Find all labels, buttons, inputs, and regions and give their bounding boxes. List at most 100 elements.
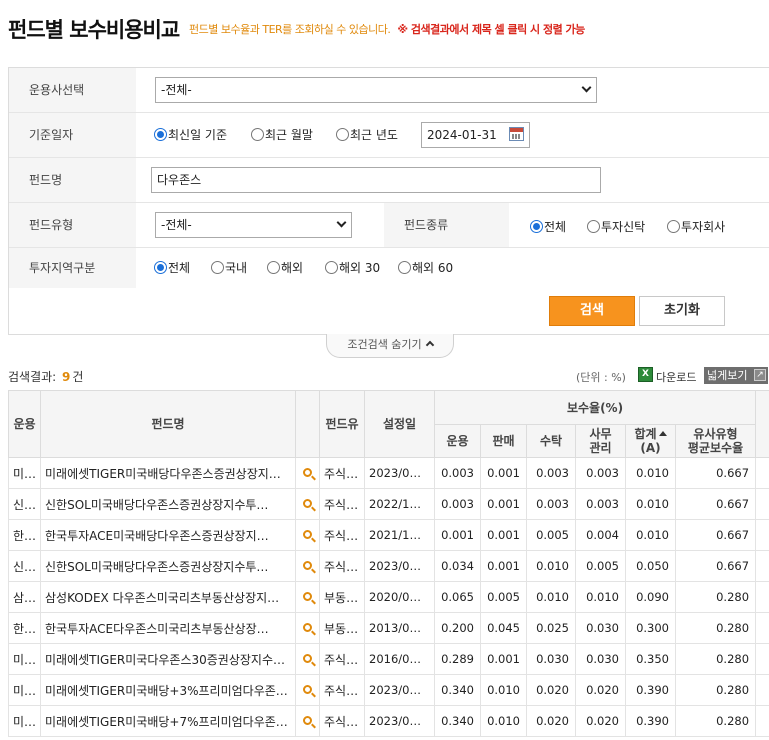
download-link[interactable]: 다운로드	[656, 369, 696, 385]
cell-fund-name[interactable]: 미래에셋TIGER미국배당+7%프리미엄다우존…	[40, 705, 296, 737]
magnifier-icon[interactable]	[303, 716, 312, 725]
cell-fund-name[interactable]: 신한SOL미국배당다우존스증권상장지수투…	[40, 550, 296, 582]
table-row[interactable]: 신… 신한SOL미국배당다우존스증권상장지수투… 주식… 2023/03/17 0.03…	[8, 550, 769, 582]
magnifier-icon[interactable]	[303, 530, 312, 539]
date-option-year[interactable]: 최근 년도	[336, 128, 398, 142]
search-button[interactable]: 검색	[549, 296, 635, 326]
magnifier-icon[interactable]	[303, 561, 312, 570]
magnifier-icon[interactable]	[303, 685, 312, 694]
sort-note: ※ 검색결과에서 제목 셀 클릭 시 정렬 가능	[397, 23, 585, 36]
cell-search[interactable]	[295, 705, 320, 737]
magnifier-icon[interactable]	[303, 654, 312, 663]
cell-total-fee: 0.010	[625, 488, 676, 520]
fund-kind-option-trust-label: 투자신탁	[601, 220, 646, 234]
table-row[interactable]: 삼… 삼성KODEX 다우존스미국리츠부동산상장지… 부동… 2020/05/08 0.…	[8, 581, 769, 613]
table-row[interactable]: 미… 미래에셋TIGER미국다우존스30증권상장지수… 주식… 2016/06/29 0…	[8, 643, 769, 675]
cell-admin-fee: 0.005	[575, 550, 626, 582]
cell-company: 신…	[8, 488, 41, 520]
cell-fund-name[interactable]: 미래에셋TIGER미국다우존스30증권상장지수…	[40, 643, 296, 675]
cell-fund-name[interactable]: 미래에셋TIGER미국배당다우존스증권상장지…	[40, 457, 296, 489]
header-sales-fee[interactable]: 판매	[480, 424, 527, 458]
cell-search[interactable]	[295, 643, 320, 675]
table-row[interactable]: 신… 신한SOL미국배당다우존스증권상장지수투… 주식… 2022/11/11 0.00…	[8, 488, 769, 520]
table-row[interactable]: 미… 미래에셋TIGER미국배당+3%프리미엄다우존… 주식… 2023/06/16 0…	[8, 674, 769, 706]
header-total-line2: (A)	[640, 441, 661, 455]
magnifier-icon[interactable]	[303, 468, 312, 477]
magnifier-icon[interactable]	[303, 499, 312, 508]
header-similar-avg[interactable]: 유사유형 평균보수율	[674, 424, 757, 458]
table-row[interactable]: 미… 미래에셋TIGER미국배당+7%프리미엄다우존… 주식… 2023/06/16 0…	[8, 705, 769, 737]
cell-total-fee: 0.010	[625, 519, 676, 551]
cell-admin-fee: 0.030	[575, 643, 626, 675]
date-option-latest[interactable]: 최신일 기준	[154, 128, 227, 142]
cell-search[interactable]	[295, 519, 320, 551]
cell-search[interactable]	[295, 612, 320, 644]
cell-mgmt-fee: 0.034	[434, 550, 481, 582]
cell-search[interactable]	[295, 674, 320, 706]
cell-company: 미…	[8, 674, 41, 706]
region-option-overseas-60[interactable]: 해외 60	[398, 261, 453, 275]
region-option-all[interactable]: 전체	[154, 261, 190, 275]
cell-similar-avg: 0.280	[674, 705, 757, 737]
header-fund-type[interactable]: 펀드유	[319, 390, 365, 458]
filter-row-fund-name: 펀드명 다우존스	[9, 158, 769, 203]
region-option-overseas-30[interactable]: 해외 30	[325, 261, 380, 275]
region-option-domestic-label: 국내	[225, 261, 248, 275]
cell-fund-name[interactable]: 미래에셋TIGER미국배당+3%프리미엄다우존…	[40, 674, 296, 706]
fund-type-select[interactable]: -전체-	[155, 212, 352, 238]
cell-similar-avg: 0.667	[674, 457, 757, 489]
fund-name-input-value: 다우존스	[157, 173, 202, 187]
region-option-domestic[interactable]: 국내	[211, 261, 247, 275]
header-mgmt-fee[interactable]: 운용	[434, 424, 481, 458]
cell-search[interactable]	[295, 488, 320, 520]
cell-fund-name[interactable]: 삼성KODEX 다우존스미국리츠부동산상장지…	[40, 581, 296, 613]
cell-setup-date: 2016/06/29	[364, 643, 435, 675]
cell-search[interactable]	[295, 550, 320, 582]
cell-search[interactable]	[295, 581, 320, 613]
fund-kind-option-trust[interactable]: 투자신탁	[587, 220, 645, 234]
table-row[interactable]: 미… 미래에셋TIGER미국배당다우존스증권상장지… 주식… 2023/06/16 0.…	[8, 457, 769, 489]
header-company[interactable]: 운용	[8, 390, 41, 458]
calendar-icon[interactable]	[509, 127, 524, 141]
reset-button[interactable]: 초기화	[639, 296, 725, 326]
date-input[interactable]: 2024-01-31	[421, 122, 530, 148]
date-option-month-end[interactable]: 최근 월말	[251, 128, 313, 142]
cell-trust-fee: 0.003	[526, 488, 576, 520]
cell-search[interactable]	[295, 457, 320, 489]
cell-trust-fee: 0.020	[526, 674, 576, 706]
chevron-down-icon	[581, 82, 592, 93]
header-setup-date[interactable]: 설정일	[364, 390, 435, 458]
fund-name-input[interactable]: 다우존스	[151, 167, 601, 193]
magnifier-icon[interactable]	[303, 623, 312, 632]
cell-company: 한…	[8, 612, 41, 644]
fund-name-label: 펀드명	[9, 158, 136, 202]
excel-icon[interactable]: X	[638, 367, 653, 382]
cell-similar-avg: 0.280	[674, 643, 757, 675]
wide-view-button[interactable]: 넓게보기 ↗	[704, 367, 768, 384]
hide-filter-toggle[interactable]: 조건검색 숨기기	[326, 334, 454, 358]
filter-row-company: 운용사선택 -전체-	[9, 68, 769, 113]
table-row[interactable]: 한… 한국투자ACE미국배당다우존스증권상장지… 주식… 2021/10/19 0.00…	[8, 519, 769, 551]
cell-mgmt-fee: 0.200	[434, 612, 481, 644]
fund-kind-option-all[interactable]: 전체	[530, 220, 566, 234]
header-fund-name[interactable]: 펀드명	[40, 390, 296, 458]
cell-sales-fee: 0.001	[480, 550, 527, 582]
header-total-fee[interactable]: 합계 (A)	[625, 424, 676, 458]
cell-fund-name[interactable]: 한국투자ACE다우존스미국리츠부동산상장…	[40, 612, 296, 644]
magnifier-icon[interactable]	[303, 592, 312, 601]
header-trust-fee[interactable]: 수탁	[526, 424, 576, 458]
cell-sales-fee: 0.001	[480, 643, 527, 675]
region-option-overseas[interactable]: 해외	[267, 261, 303, 275]
cell-admin-fee: 0.030	[575, 612, 626, 644]
cell-setup-date: 2023/03/17	[364, 550, 435, 582]
fund-kind-option-company[interactable]: 투자회사	[667, 220, 725, 234]
header-admin-line2: 관리	[589, 441, 612, 455]
cell-fund-name[interactable]: 신한SOL미국배당다우존스증권상장지수투…	[40, 488, 296, 520]
table-row[interactable]: 한… 한국투자ACE다우존스미국리츠부동산상장… 부동… 2013/07/30 0.20…	[8, 612, 769, 644]
cell-scroll-spacer	[755, 674, 769, 706]
cell-fund-type: 주식…	[319, 519, 365, 551]
header-admin-fee[interactable]: 사무 관리	[575, 424, 626, 458]
company-select[interactable]: -전체-	[155, 77, 597, 103]
cell-total-fee: 0.390	[625, 674, 676, 706]
cell-fund-name[interactable]: 한국투자ACE미국배당다우존스증권상장지…	[40, 519, 296, 551]
